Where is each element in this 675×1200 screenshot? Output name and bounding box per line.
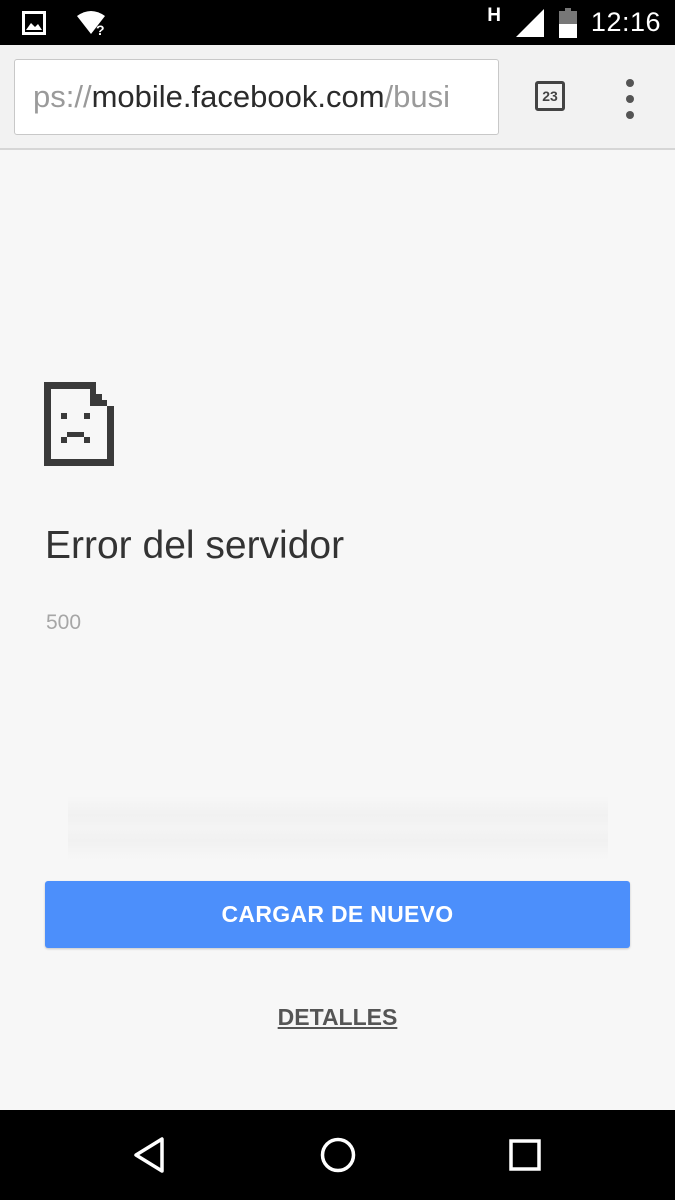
browser-toolbar: ps://mobile.facebook.com/busi 23 xyxy=(0,45,675,150)
status-bar: ? H 12:16 xyxy=(0,0,675,45)
wifi-unknown-icon: ? xyxy=(77,11,105,36)
overflow-menu-icon[interactable] xyxy=(620,79,642,119)
clock: 12:16 xyxy=(590,7,661,37)
error-code: 500 xyxy=(46,611,82,634)
recents-icon[interactable] xyxy=(505,1135,545,1175)
tab-switcher-icon[interactable]: 23 xyxy=(535,81,565,111)
image-notification-icon xyxy=(22,11,46,35)
sad-document-icon xyxy=(44,382,114,466)
details-button[interactable]: DETALLES xyxy=(0,1004,675,1031)
status-bar-system: H 12:16 xyxy=(487,4,661,41)
cellular-signal-icon xyxy=(515,8,544,37)
url-path: /busi xyxy=(384,79,451,114)
background-band xyxy=(68,796,608,860)
back-icon[interactable] xyxy=(130,1135,170,1175)
reload-button[interactable]: CARGAR DE NUEVO xyxy=(45,881,630,948)
svg-text:?: ? xyxy=(96,22,105,36)
network-type-label: H xyxy=(487,4,501,26)
url-host: mobile.facebook.com xyxy=(91,79,385,114)
tab-count: 23 xyxy=(542,88,558,104)
address-bar[interactable]: ps://mobile.facebook.com/busi xyxy=(14,59,499,135)
home-icon[interactable] xyxy=(318,1135,358,1175)
navigation-bar xyxy=(0,1110,675,1200)
url-scheme: ps:// xyxy=(33,79,92,114)
status-bar-notifications: ? xyxy=(22,10,108,36)
battery-icon xyxy=(558,7,577,38)
error-title: Error del servidor xyxy=(45,524,345,567)
